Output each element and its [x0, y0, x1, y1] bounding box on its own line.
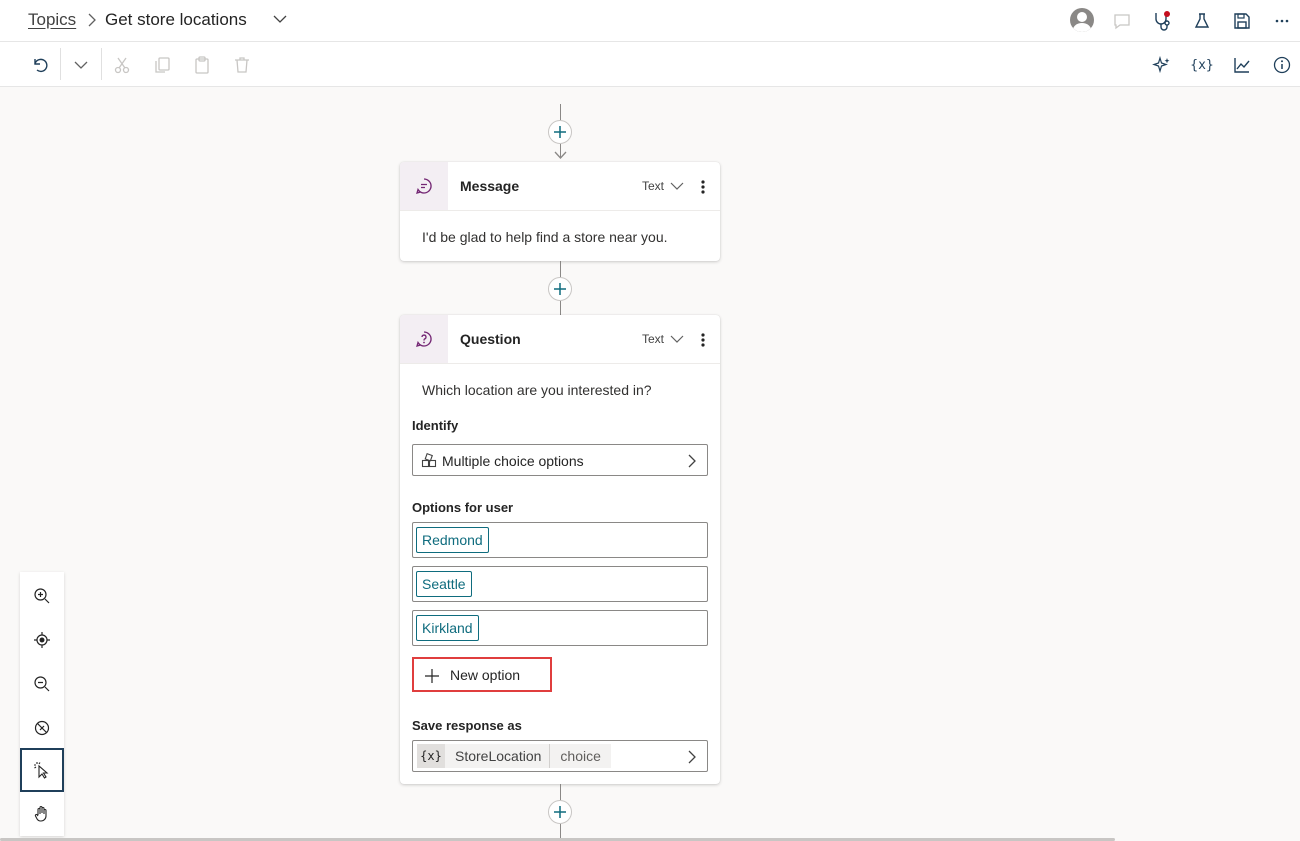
question-prompt-text[interactable]: Which location are you interested in?	[422, 382, 652, 398]
select-pointer-icon[interactable]	[20, 748, 64, 792]
comment-icon[interactable]	[1110, 9, 1134, 33]
node-more-options-icon[interactable]	[694, 178, 712, 196]
copilot-sparkle-icon[interactable]	[1151, 54, 1173, 76]
question-bubble-icon	[400, 315, 448, 363]
variable-icon: {x}	[417, 744, 445, 768]
toolbar-divider	[101, 48, 102, 80]
identify-label: Identify	[412, 418, 459, 433]
connector-line	[560, 784, 561, 800]
option-field[interactable]: Kirkland	[412, 610, 708, 646]
user-avatar[interactable]	[1070, 8, 1094, 32]
save-response-label: Save response as	[412, 718, 522, 733]
option-chip-redmond[interactable]: Redmond	[416, 527, 489, 553]
info-icon[interactable]	[1271, 54, 1293, 76]
chevron-down-icon[interactable]	[670, 334, 684, 344]
node-more-options-icon[interactable]	[694, 331, 712, 349]
message-text[interactable]: I'd be glad to help find a store near yo…	[422, 229, 668, 245]
option-chip-seattle[interactable]: Seattle	[416, 571, 472, 597]
copy-icon[interactable]	[151, 54, 173, 76]
analytics-trend-icon[interactable]	[1231, 54, 1253, 76]
recenter-target-icon[interactable]	[20, 618, 64, 662]
add-node-button[interactable]	[548, 277, 572, 301]
variable-name: StoreLocation	[455, 748, 542, 764]
identify-selector[interactable]: Multiple choice options	[412, 444, 708, 476]
save-icon[interactable]	[1230, 9, 1254, 33]
connector-line	[560, 261, 561, 277]
variable-type: choice	[549, 744, 610, 768]
entity-cubes-icon	[421, 453, 437, 469]
question-node[interactable]: Question Text Which location are you int…	[400, 315, 720, 784]
question-mode-dropdown[interactable]: Text	[642, 332, 664, 346]
new-option-button[interactable]: New option	[412, 657, 552, 692]
top-header: Topics Get store locations	[0, 0, 1300, 42]
option-chip-kirkland[interactable]: Kirkland	[416, 615, 479, 641]
connector-arrow-icon	[554, 151, 567, 159]
identify-value: Multiple choice options	[442, 453, 584, 469]
pan-hand-icon[interactable]	[20, 792, 64, 836]
options-label: Options for user	[412, 500, 514, 515]
toolbar-divider	[60, 48, 61, 80]
connector-line	[560, 824, 561, 838]
paste-clipboard-icon[interactable]	[191, 54, 213, 76]
save-response-variable[interactable]: {x} StoreLocation choice	[412, 740, 708, 772]
plus-icon	[554, 126, 566, 138]
chevron-down-icon[interactable]	[670, 181, 684, 191]
undo-history-chevron-down-icon[interactable]	[70, 54, 92, 76]
connector-line	[560, 104, 561, 120]
option-field[interactable]: Redmond	[412, 522, 708, 558]
chevron-right-icon	[687, 749, 697, 765]
topic-menu-chevron-down-icon[interactable]	[272, 13, 288, 25]
delete-trash-icon[interactable]	[231, 54, 253, 76]
canvas-controls	[20, 572, 64, 836]
chevron-right-icon	[687, 453, 697, 469]
zoom-out-icon[interactable]	[20, 662, 64, 706]
plus-icon	[554, 283, 566, 295]
message-node-title: Message	[460, 178, 520, 194]
variables-icon[interactable]: {x}	[1190, 54, 1213, 76]
test-beaker-icon[interactable]	[1190, 9, 1214, 33]
cut-scissors-icon[interactable]	[111, 54, 133, 76]
editor-toolbar: {x}	[0, 42, 1300, 87]
connector-line	[560, 301, 561, 315]
variable-pill: {x} StoreLocation choice	[417, 744, 611, 768]
plus-icon	[424, 668, 440, 684]
plus-icon	[554, 806, 566, 818]
message-mode-dropdown[interactable]: Text	[642, 179, 664, 193]
zoom-in-icon[interactable]	[20, 574, 64, 618]
new-option-label: New option	[450, 667, 521, 683]
topic-title: Get store locations	[105, 10, 247, 29]
message-node[interactable]: Message Text I'd be glad to help find a …	[400, 162, 720, 261]
more-options-icon[interactable]	[1270, 9, 1294, 33]
option-field[interactable]: Seattle	[412, 566, 708, 602]
breadcrumb-separator-icon	[86, 13, 98, 27]
add-node-button[interactable]	[548, 120, 572, 144]
topic-checker-stethoscope-icon[interactable]	[1150, 9, 1174, 33]
message-bubble-icon	[400, 162, 448, 210]
add-node-button[interactable]	[548, 800, 572, 824]
breadcrumb-topics-link[interactable]: Topics	[28, 10, 76, 30]
undo-icon[interactable]	[29, 54, 51, 76]
question-node-title: Question	[460, 331, 521, 347]
minimap-off-icon[interactable]	[20, 706, 64, 750]
